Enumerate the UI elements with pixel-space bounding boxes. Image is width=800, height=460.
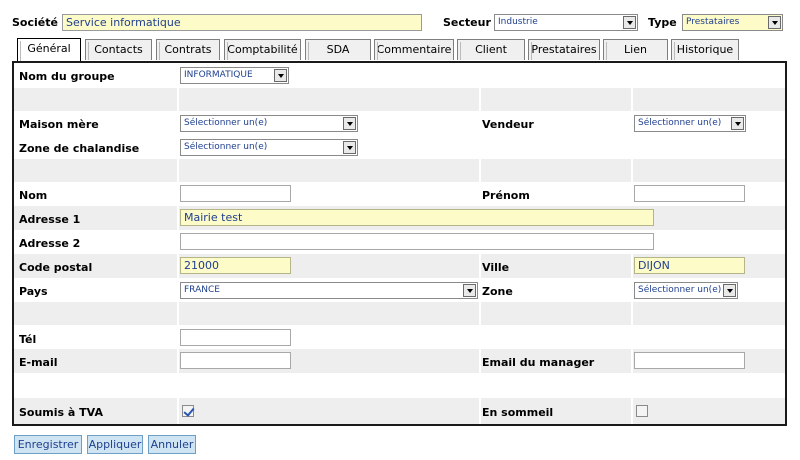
- vendeur-value: Sélectionner un(e): [638, 118, 722, 128]
- chevron-down-icon: [343, 141, 356, 154]
- chevron-down-icon: [463, 284, 476, 297]
- prenom-label: Prénom: [482, 189, 530, 202]
- code-postal-input[interactable]: 21000: [180, 257, 291, 274]
- prenom-input[interactable]: [634, 185, 745, 202]
- type-label: Type: [648, 16, 677, 29]
- pays-label: Pays: [19, 285, 48, 298]
- zone-value: Sélectionner un(e): [638, 285, 722, 295]
- tab-contrats[interactable]: Contrats: [156, 39, 220, 60]
- row-adresse1: Adresse 1 Mairie test: [14, 206, 785, 230]
- tva-label: Soumis à TVA: [19, 406, 103, 419]
- groupe-select[interactable]: INFORMATIQUE: [180, 67, 289, 84]
- tab-client[interactable]: Client: [457, 39, 525, 60]
- row-pays: Pays FRANCE Zone Sélectionner un(e): [14, 278, 785, 302]
- tva-checkbox[interactable]: [182, 405, 194, 417]
- zone-chalandise-select[interactable]: Sélectionner un(e): [180, 139, 358, 156]
- type-value: Prestataires: [686, 17, 740, 27]
- chevron-down-icon: [343, 117, 356, 130]
- row-code-postal: Code postal 21000 Ville DIJON: [14, 254, 785, 278]
- zone-select[interactable]: Sélectionner un(e): [634, 282, 738, 299]
- tab-contacts[interactable]: Contacts: [85, 39, 152, 60]
- tel-input[interactable]: [180, 329, 291, 346]
- pays-select[interactable]: FRANCE: [180, 282, 478, 299]
- row-groupe: Nom du groupe INFORMATIQUE: [14, 63, 785, 88]
- sommeil-label: En sommeil: [482, 406, 554, 419]
- ville-label: Ville: [482, 261, 510, 274]
- groupe-label: Nom du groupe: [19, 70, 115, 83]
- nom-label: Nom: [19, 189, 48, 202]
- email-manager-input[interactable]: [634, 352, 745, 369]
- zone-chalandise-value: Sélectionner un(e): [184, 142, 268, 152]
- vendeur-select[interactable]: Sélectionner un(e): [634, 115, 746, 132]
- row-nom: Nom Prénom: [14, 182, 785, 206]
- zone-label: Zone: [482, 285, 513, 298]
- row-tel: Tél: [14, 325, 785, 349]
- save-button[interactable]: Enregistrer: [14, 435, 82, 454]
- groupe-value: INFORMATIQUE: [184, 70, 253, 80]
- nom-input[interactable]: [180, 185, 291, 202]
- societe-input[interactable]: Service informatique: [62, 14, 422, 31]
- secteur-select[interactable]: Industrie: [494, 14, 638, 31]
- tab-prestataires[interactable]: Prestataires: [528, 39, 600, 60]
- cancel-button[interactable]: Annuler: [148, 435, 196, 454]
- apply-button[interactable]: Appliquer: [87, 435, 143, 454]
- tab-comptabilite[interactable]: Comptabilité: [224, 39, 301, 60]
- row-tva: Soumis à TVA En sommeil: [14, 398, 785, 424]
- chevron-down-icon: [731, 117, 744, 130]
- spacer-row: [14, 302, 785, 325]
- pays-value: FRANCE: [184, 285, 220, 295]
- maison-mere-value: Sélectionner un(e): [184, 118, 268, 128]
- row-maison-mere: Maison mère Sélectionner un(e) Vendeur S…: [14, 111, 785, 135]
- row-email: E-mail Email du manager: [14, 349, 785, 373]
- email-manager-label: Email du manager: [482, 356, 595, 369]
- row-zone-chalandise: Zone de chalandise Sélectionner un(e): [14, 135, 785, 159]
- row-adresse2: Adresse 2: [14, 230, 785, 254]
- general-panel: Nom du groupe INFORMATIQUE Maison mère S…: [12, 61, 787, 426]
- maison-mere-select[interactable]: Sélectionner un(e): [180, 115, 358, 132]
- spacer-row: [14, 159, 785, 182]
- spacer-row: [14, 88, 785, 111]
- chevron-down-icon: [723, 284, 736, 297]
- vendeur-label: Vendeur: [482, 118, 534, 131]
- ville-input[interactable]: DIJON: [634, 257, 745, 274]
- maison-mere-label: Maison mère: [19, 118, 99, 131]
- secteur-label: Secteur: [443, 16, 491, 29]
- adresse2-input[interactable]: [180, 233, 654, 250]
- tab-lien[interactable]: Lien: [603, 39, 668, 60]
- tab-sda[interactable]: SDA: [305, 39, 371, 60]
- sommeil-checkbox[interactable]: [636, 405, 648, 417]
- email-input[interactable]: [180, 352, 291, 369]
- tab-commentaire[interactable]: Commentaire: [374, 39, 454, 60]
- spacer-row: [14, 373, 785, 398]
- code-postal-label: Code postal: [19, 261, 93, 274]
- secteur-value: Industrie: [498, 17, 538, 27]
- adresse2-label: Adresse 2: [19, 237, 81, 250]
- tab-historique[interactable]: Historique: [671, 39, 739, 60]
- email-label: E-mail: [19, 356, 58, 369]
- chevron-down-icon: [768, 16, 781, 29]
- tab-general[interactable]: Général: [17, 38, 81, 61]
- adresse1-input[interactable]: Mairie test: [180, 209, 654, 226]
- tel-label: Tél: [19, 333, 37, 346]
- chevron-down-icon: [623, 16, 636, 29]
- chevron-down-icon: [274, 69, 287, 82]
- adresse1-label: Adresse 1: [19, 213, 81, 226]
- zone-chalandise-label: Zone de chalandise: [19, 142, 140, 155]
- societe-label: Société: [12, 16, 58, 29]
- type-select[interactable]: Prestataires: [682, 14, 783, 31]
